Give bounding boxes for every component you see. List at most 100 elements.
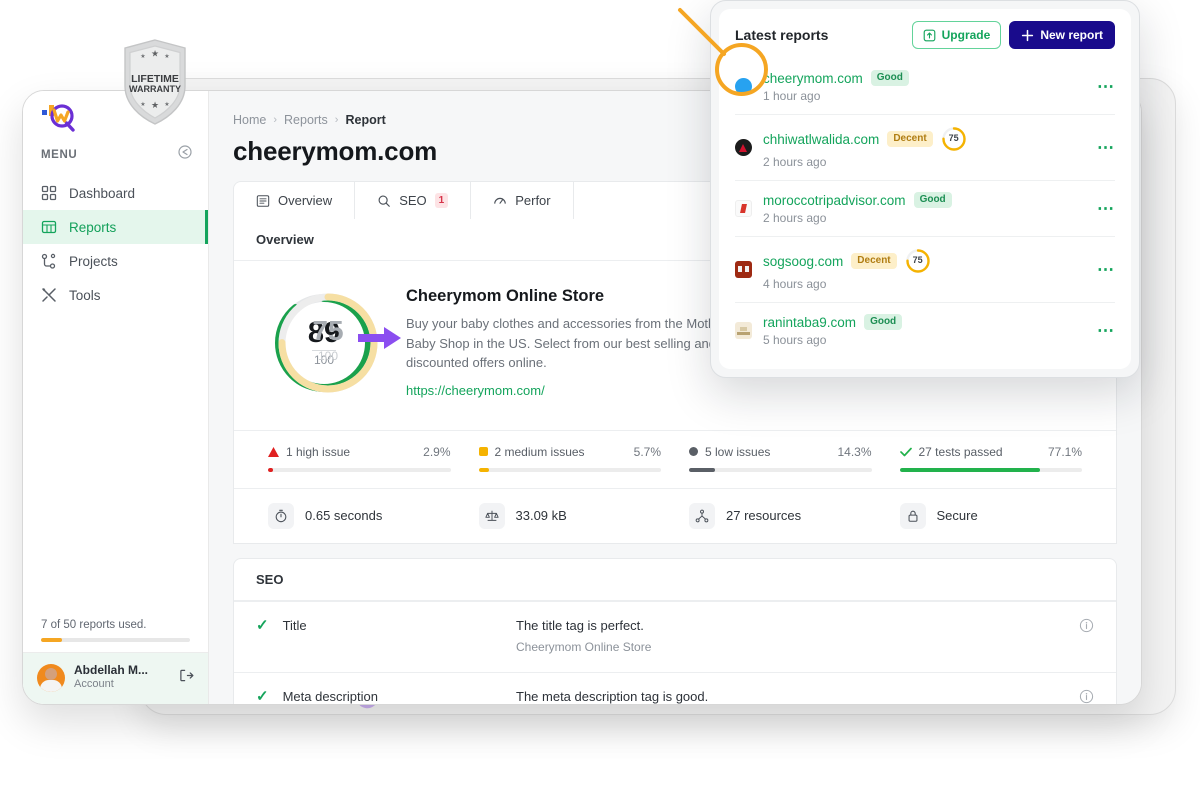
lock-icon (899, 502, 926, 529)
sidebar-item-label: Reports (69, 219, 117, 235)
svg-text:★: ★ (140, 101, 145, 108)
account-name: Abdellah M... (74, 663, 149, 678)
improvement-arrow-icon (358, 327, 401, 349)
seo-row-message: The title tag is perfect. (516, 617, 644, 633)
more-options-icon[interactable]: ⋯ (1085, 78, 1115, 95)
report-time: 2 hours ago (763, 155, 827, 169)
sidebar-item-label: Dashboard (69, 185, 136, 201)
more-options-icon[interactable]: ⋯ (1085, 200, 1115, 217)
report-domain[interactable]: sogsoog.com (763, 254, 843, 269)
stat-label: 0.65 seconds (305, 508, 383, 523)
issue-percent: 5.7% (633, 444, 661, 459)
issue-passed: 27 tests passed 77.1% (886, 445, 1097, 472)
issue-label-text: 5 low issues (705, 444, 771, 459)
tab-performance[interactable]: Perfor (471, 182, 574, 219)
projects-nodes-icon (41, 253, 56, 269)
circle-low-icon (689, 447, 698, 456)
account-row[interactable]: Abdellah M... Account (23, 652, 208, 704)
report-domain[interactable]: ranintaba9.com (763, 315, 856, 330)
tab-label: Overview (278, 193, 333, 208)
sidebar-menu-header: MENU (23, 139, 208, 174)
stat-label: 33.09 kB (515, 508, 567, 523)
stats-row: 0.65 seconds 33.09 kB 27 resources Secur… (234, 487, 1116, 543)
list-item[interactable]: ranintaba9.com Good 5 hours ago ⋯ (735, 302, 1115, 358)
collapse-menu-icon[interactable] (178, 145, 192, 164)
upgrade-button[interactable]: Upgrade (911, 21, 1002, 49)
site-name: Cheerymom Online Store (406, 287, 605, 305)
sidebar-item-label: Tools (69, 287, 101, 303)
report-score-gauge: 75 (905, 248, 931, 274)
list-item[interactable]: moroccotripadvisor.com Good 2 hours ago … (735, 180, 1115, 236)
report-domain[interactable]: chhiwatlwalida.com (763, 132, 879, 147)
latest-reports-title: Latest reports (735, 27, 829, 43)
tab-overview[interactable]: Overview (234, 182, 356, 219)
svg-text:★: ★ (140, 53, 145, 60)
info-icon[interactable] (1079, 618, 1094, 638)
tab-seo[interactable]: SEO 1 (355, 182, 472, 219)
logout-icon[interactable] (179, 668, 194, 688)
issue-percent: 77.1% (1047, 444, 1082, 459)
check-icon: ✓ (256, 616, 269, 634)
list-item[interactable]: cheerymom.com Good 1 hour ago ⋯ (735, 59, 1115, 114)
overview-list-icon (256, 194, 270, 207)
stat-load-time: 0.65 seconds (254, 502, 465, 529)
report-score-value: 75 (948, 132, 959, 143)
seo-row-name-wrap: ✓ Title (256, 618, 516, 633)
plus-icon (1022, 29, 1034, 41)
issue-percent: 2.9% (423, 444, 451, 459)
breadcrumb-reports[interactable]: Reports (284, 113, 328, 127)
avatar (37, 663, 65, 692)
tab-badge-count: 1 (434, 193, 449, 208)
site-url-link[interactable]: https://cheerymom.com/ (406, 383, 545, 398)
svg-text:★: ★ (164, 101, 169, 108)
seo-row-body: The meta description tag is good. Buy yo… (516, 689, 1079, 704)
tab-label: Perfor (515, 193, 551, 208)
sidebar-item-tools[interactable]: Tools (23, 278, 208, 312)
highlight-ring (715, 43, 768, 96)
report-time: 1 hour ago (763, 89, 821, 103)
svg-text:★: ★ (151, 100, 159, 110)
quota-progress-fill (41, 638, 62, 643)
breadcrumb-separator: › (334, 114, 339, 126)
sidebar: MENU Dashboard Reports Projects Tools 7 … (23, 91, 209, 704)
seo-row-body: The title tag is perfect. Cheerymom Onli… (516, 618, 1079, 657)
list-item[interactable]: sogsoog.com Decent 75 4 hours ago ⋯ (735, 236, 1115, 302)
more-options-icon[interactable]: ⋯ (1085, 139, 1115, 156)
stat-secure: Secure (886, 502, 1097, 529)
issue-percent: 14.3% (837, 444, 872, 459)
upgrade-label: Upgrade (941, 28, 991, 42)
report-info: sogsoog.com Decent 75 4 hours ago (763, 248, 1085, 291)
resources-tree-icon (689, 502, 715, 529)
report-domain[interactable]: cheerymom.com (763, 71, 863, 86)
report-info: ranintaba9.com Good 5 hours ago (763, 314, 1085, 347)
check-icon: ✓ (256, 688, 269, 704)
tab-label: SEO (399, 193, 427, 208)
report-time: 2 hours ago (763, 211, 827, 225)
new-report-label: New report (1040, 28, 1103, 42)
sidebar-item-projects[interactable]: Projects (23, 244, 208, 278)
list-item[interactable]: chhiwatlwalida.com Decent 75 2 hours ago (735, 114, 1115, 180)
account-subtitle: Account (74, 678, 114, 691)
account-text: Abdellah M... Account (74, 663, 170, 692)
stopwatch-icon (268, 502, 294, 529)
new-report-button[interactable]: New report (1009, 21, 1115, 49)
quota-progress-track (41, 638, 190, 643)
seo-row-message: The meta description tag is good. (516, 689, 709, 704)
seo-row-detail: Cheerymom Online Store (516, 639, 652, 654)
more-options-icon[interactable]: ⋯ (1085, 261, 1115, 278)
info-icon[interactable] (1079, 689, 1094, 704)
scale-weight-icon (478, 502, 505, 529)
moroccotripadvisor-favicon (735, 200, 752, 217)
breadcrumb-home[interactable]: Home (233, 113, 266, 127)
sidebar-item-reports[interactable]: Reports (23, 210, 208, 244)
more-options-icon[interactable]: ⋯ (1085, 322, 1115, 339)
sidebar-nav: Dashboard Reports Projects Tools (23, 174, 208, 312)
latest-reports-panel: Latest reports Upgrade New report cheery… (719, 9, 1131, 369)
report-domain[interactable]: moroccotripadvisor.com (763, 193, 906, 208)
tools-wrench-icon (42, 288, 56, 302)
square-medium-icon (478, 447, 488, 456)
breadcrumb-separator: › (273, 114, 278, 126)
issue-label-text: 1 high issue (286, 444, 351, 459)
sidebar-item-dashboard[interactable]: Dashboard (23, 176, 208, 210)
chhiwatlwalida-favicon (735, 139, 752, 156)
